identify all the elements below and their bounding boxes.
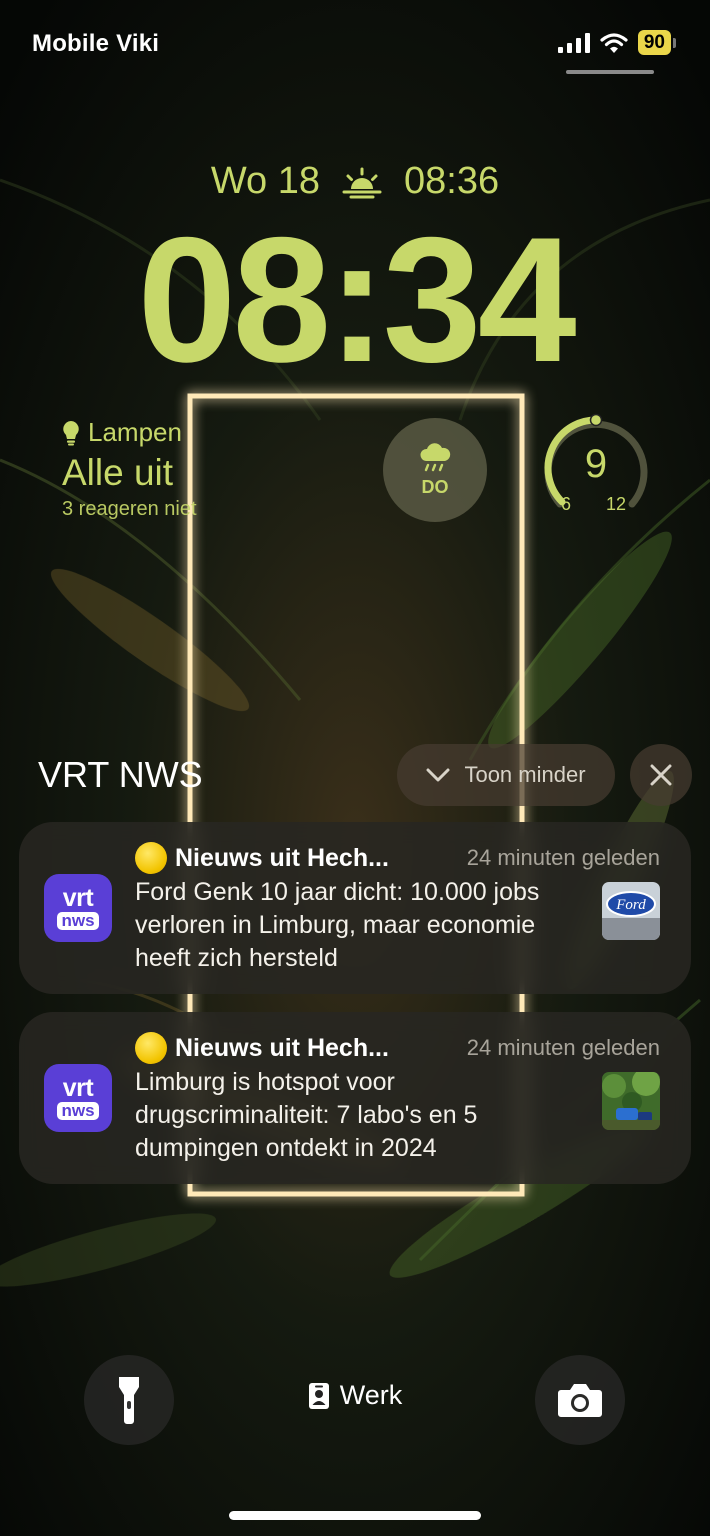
notification-thumbnail: Ford bbox=[602, 882, 660, 940]
notification-thumbnail bbox=[602, 1072, 660, 1130]
date-sunrise-row: Wo 18 08:36 bbox=[0, 160, 710, 203]
lock-screen-clock: 08:34 bbox=[137, 200, 576, 399]
close-icon bbox=[650, 764, 672, 786]
cellular-signal-icon bbox=[557, 32, 590, 53]
weather-widget[interactable]: DO bbox=[383, 418, 487, 522]
vrt-nws-app-icon: vrt nws bbox=[44, 1064, 112, 1132]
temperature-min: 6 bbox=[561, 494, 572, 514]
camera-icon bbox=[558, 1384, 602, 1417]
temperature-value: 9 bbox=[584, 442, 608, 486]
yellow-circle-emoji-icon bbox=[135, 1032, 167, 1064]
sunrise-icon bbox=[342, 167, 382, 198]
app-icon-text-top: vrt bbox=[62, 1074, 94, 1102]
date-label: Wo 18 bbox=[210, 160, 321, 202]
weather-day: DO bbox=[421, 476, 449, 497]
notification-body: Ford Genk 10 jaar dicht: 10.000 jobs ver… bbox=[135, 878, 540, 972]
focus-mode-label: Werk bbox=[339, 1380, 403, 1410]
notification-card[interactable]: vrt nws Nieuws uit Hech... 24 minuten ge… bbox=[19, 822, 691, 994]
lamps-status: Alle uit bbox=[62, 452, 174, 493]
camera-button[interactable] bbox=[535, 1355, 625, 1445]
clear-notifications-button[interactable] bbox=[630, 744, 692, 806]
rain-cloud-icon bbox=[420, 442, 451, 471]
carrier-name: Mobile Viki bbox=[32, 30, 160, 57]
lamps-title: Lampen bbox=[88, 417, 182, 447]
battery-level: 90 bbox=[637, 30, 671, 55]
notification-group-title: VRT NWS bbox=[38, 754, 203, 795]
battery-indicator: 90 bbox=[637, 30, 676, 55]
forest-thumbnail-image bbox=[602, 1072, 660, 1130]
ford-logo-thumbnail-image: Ford bbox=[602, 882, 660, 940]
status-icons: 90 bbox=[557, 30, 676, 55]
lamps-subtitle: 3 reageren niet bbox=[62, 498, 197, 520]
lamps-widget[interactable]: Lampen Alle uit 3 reageren niet bbox=[62, 417, 302, 521]
status-underline bbox=[566, 70, 654, 74]
temperature-gauge-marker bbox=[589, 413, 603, 427]
notification-time: 24 minuten geleden bbox=[466, 845, 660, 870]
sunrise-time: 08:36 bbox=[404, 160, 500, 202]
notification-title: Nieuws uit Hech... bbox=[175, 843, 389, 872]
chevron-down-icon bbox=[426, 768, 450, 782]
yellow-circle-emoji-icon bbox=[135, 842, 167, 874]
lightbulb-icon bbox=[63, 420, 79, 445]
notification-title: Nieuws uit Hech... bbox=[175, 1033, 389, 1062]
id-badge-icon bbox=[308, 1382, 329, 1409]
notification-card[interactable]: vrt nws Nieuws uit Hech... 24 minuten ge… bbox=[19, 1012, 691, 1184]
show-less-label: Toon minder bbox=[464, 762, 586, 787]
vrt-nws-app-icon: vrt nws bbox=[44, 874, 112, 942]
notification-time: 24 minuten geleden bbox=[466, 1035, 660, 1060]
temperature-max: 12 bbox=[606, 494, 627, 514]
app-icon-text-top: vrt bbox=[62, 884, 94, 912]
svg-text:Ford: Ford bbox=[615, 897, 646, 913]
app-icon-text-bottom: nws bbox=[57, 912, 99, 930]
notification-body: Limburg is hotspot voor drugscriminalite… bbox=[135, 1068, 478, 1162]
show-less-button[interactable]: Toon minder bbox=[397, 744, 615, 806]
app-icon-text-bottom: nws bbox=[57, 1102, 99, 1120]
home-indicator[interactable] bbox=[229, 1511, 481, 1520]
wifi-icon bbox=[600, 32, 628, 53]
